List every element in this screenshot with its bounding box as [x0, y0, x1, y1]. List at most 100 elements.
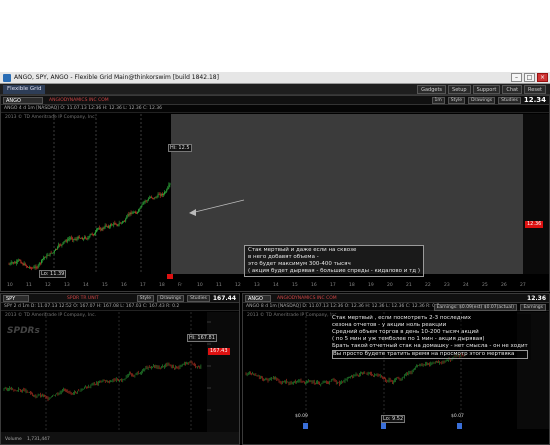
- candle-body: [159, 194, 161, 196]
- candle-body: [93, 233, 95, 236]
- maximize-button[interactable]: □: [524, 73, 535, 82]
- candle-body: [91, 233, 93, 235]
- candle-body: [38, 262, 40, 265]
- annotation-note: Стак мертвый и даже если на сквозе в нег…: [244, 245, 424, 277]
- candle-body: [122, 221, 123, 223]
- candle-body: [45, 256, 47, 258]
- candle-body: [11, 262, 13, 263]
- candle-body: [140, 206, 142, 209]
- candle-body: [64, 240, 66, 242]
- candle-body: [33, 267, 35, 268]
- time-tick-label: 17: [140, 282, 146, 288]
- candle-body: [114, 223, 116, 224]
- price-axis: [523, 114, 549, 274]
- candle-body: [12, 262, 14, 264]
- candle-body: [10, 262, 12, 264]
- candle-body: [62, 242, 64, 245]
- candle-body: [25, 265, 27, 267]
- candle-body: [123, 221, 124, 222]
- candle-body: [80, 238, 82, 239]
- candle-body: [58, 244, 60, 247]
- candle-body: [115, 223, 117, 225]
- low-label: Lo: 11.39: [39, 270, 67, 278]
- candle-body: [29, 267, 31, 268]
- candle-body: [95, 231, 96, 234]
- candle-body: [124, 221, 126, 222]
- candle-body: [20, 260, 22, 263]
- candle-body: [19, 259, 21, 261]
- time-tick-label: 18: [349, 282, 355, 288]
- candle-body: [100, 229, 102, 231]
- candle-body: [77, 236, 79, 239]
- candle-body: [144, 200, 146, 202]
- candle-body: [132, 212, 134, 214]
- candle-body: [164, 192, 166, 195]
- candle-body: [113, 223, 115, 225]
- candle-body: [70, 237, 72, 239]
- candle-body: [105, 225, 107, 227]
- candle-body: [23, 263, 25, 265]
- time-tick-label: 14: [83, 282, 89, 288]
- candle-body: [36, 267, 38, 269]
- candle-body: [110, 224, 112, 227]
- candle-body: [74, 239, 76, 240]
- candle-body: [131, 213, 133, 215]
- candle-body: [166, 189, 168, 192]
- candle-body: [53, 250, 55, 253]
- time-tick-label: 18: [159, 282, 165, 288]
- candle-body: [26, 266, 28, 268]
- candle-body: [125, 219, 127, 222]
- candle-body: [99, 227, 101, 230]
- candle-body: [168, 184, 170, 188]
- candle-body: [145, 200, 147, 202]
- low-label: Lo: 9.52: [381, 415, 406, 423]
- time-tick-label: 16: [121, 282, 127, 288]
- time-tick-label: 24: [463, 282, 469, 288]
- candle-body: [102, 228, 104, 229]
- reset-button[interactable]: Reset: [524, 85, 546, 94]
- candle-body: [31, 268, 33, 269]
- chat-button[interactable]: Chat: [502, 85, 523, 94]
- close-button[interactable]: ×: [537, 73, 548, 82]
- setup-button[interactable]: Setup: [448, 85, 471, 94]
- candle-body: [56, 248, 58, 250]
- time-tick-label: 21: [406, 282, 412, 288]
- time-tick-label: 11: [26, 282, 32, 288]
- candle-body: [89, 234, 91, 237]
- candle-body: [44, 256, 46, 258]
- candle-body: [75, 239, 77, 240]
- candle-body: [134, 212, 136, 214]
- time-tick-label: 25: [482, 282, 488, 288]
- time-tick-label: 11: [216, 282, 222, 288]
- candle-body: [158, 194, 160, 195]
- price-chart-spy[interactable]: [1, 294, 239, 444]
- gadgets-button[interactable]: Gadgets: [417, 85, 447, 94]
- time-tick-label: 22: [425, 282, 431, 288]
- flexible-grid-tab[interactable]: Flexible Grid: [3, 85, 46, 94]
- candle-body: [146, 200, 148, 201]
- minimize-button[interactable]: –: [511, 73, 522, 82]
- support-button[interactable]: Support: [472, 85, 501, 94]
- candle-body: [28, 267, 29, 268]
- candle-body: [106, 226, 108, 227]
- candle-body: [163, 194, 164, 195]
- time-tick-label: 26: [501, 282, 507, 288]
- menu-bar: Flexible Grid Gadgets Setup Support Chat…: [0, 84, 550, 95]
- price-axis: [207, 312, 239, 432]
- candle-body: [119, 223, 121, 224]
- candle-body: [57, 246, 59, 249]
- candle-body: [157, 194, 159, 197]
- candle-body: [43, 257, 45, 259]
- candle-body: [127, 214, 129, 217]
- time-tick-label: 13: [64, 282, 70, 288]
- candle-body: [14, 262, 15, 264]
- candle-body: [150, 197, 151, 198]
- candle-body: [101, 228, 103, 231]
- candle-body: [142, 202, 144, 205]
- app-window: ANGO, SPY, ANGO - Flexible Grid Main@thi…: [0, 72, 550, 445]
- candle-body: [126, 216, 128, 220]
- candle-body: [78, 236, 80, 239]
- candle-body: [69, 238, 70, 240]
- high-label: Hi: 12.5: [168, 144, 192, 152]
- time-tick-label: Fr: [178, 282, 182, 288]
